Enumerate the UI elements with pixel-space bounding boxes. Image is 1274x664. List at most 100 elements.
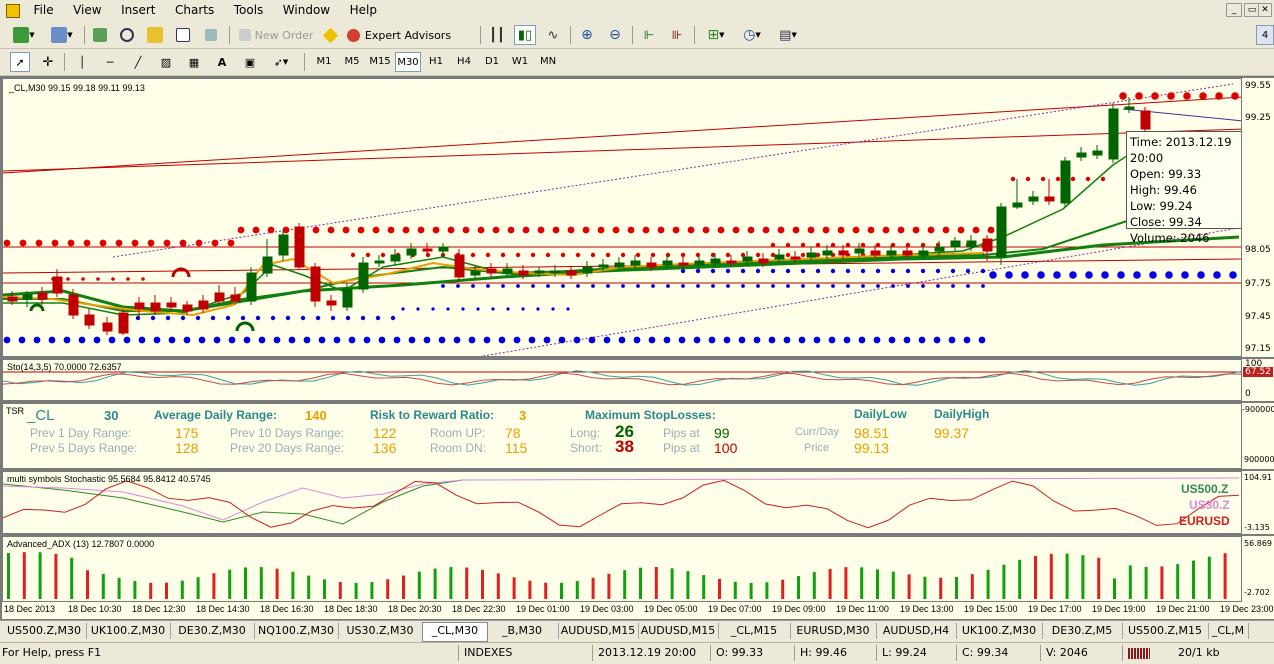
stochastic-pane[interactable]: Sto(14,3,5) 70.0000 72.6357 (2, 359, 1242, 401)
chart-tab[interactable]: _CL,M15 (718, 623, 791, 639)
auto-scroll-button[interactable]: ⊩ (639, 25, 659, 45)
trendline-button[interactable]: ╱ (128, 52, 148, 72)
chart-count-badge[interactable]: 4 (1256, 25, 1274, 45)
support-dot (1213, 271, 1221, 279)
timeframe-m5[interactable]: M5 (339, 52, 365, 72)
prev20-label: Prev 20 Days Range: (230, 441, 345, 455)
chart-tab[interactable]: _B,M30 (486, 623, 559, 639)
resistance-dot (327, 226, 335, 234)
fibonacci-button[interactable]: ▦ (184, 52, 204, 72)
minor-support-dot (401, 307, 405, 311)
resistance-dot (67, 239, 75, 247)
text-button[interactable]: A (212, 52, 232, 72)
profiles-button[interactable]: ▼ (46, 25, 78, 45)
adx-pane[interactable]: Advanced_ADX (13) 12.7807 0.0000 (2, 536, 1242, 602)
data-window-button[interactable] (117, 25, 137, 45)
status-profile[interactable]: INDEXES (464, 646, 512, 659)
chart-tab[interactable]: NQ100.Z,M30 (254, 623, 339, 639)
price-chart[interactable] (3, 79, 1242, 357)
expert-advisors-button[interactable]: Expert Advisors (346, 25, 452, 45)
support-dot (693, 336, 701, 344)
chart-tab[interactable]: AUDUSD,M15 (558, 623, 639, 639)
chart-tab[interactable]: US30.Z,M30 (338, 623, 423, 639)
bar-chart-button[interactable]: ┃┃ (487, 25, 507, 45)
new-chart-button[interactable]: ▼ (8, 25, 40, 45)
channel-button[interactable]: ▨ (156, 52, 176, 72)
horizontal-line-button[interactable]: ─ (100, 52, 120, 72)
timeframe-d1[interactable]: D1 (479, 52, 505, 72)
timeframe-w1[interactable]: W1 (507, 52, 533, 72)
market-watch-button[interactable] (90, 25, 110, 45)
separator (694, 26, 695, 44)
timeframe-m30[interactable]: M30 (395, 52, 421, 72)
clock-icon: ◷ (743, 27, 756, 43)
cursor-button[interactable]: ➚ (10, 52, 30, 72)
new-order-button[interactable]: New Order (236, 25, 316, 45)
time-label: 18 Dec 14:30 (196, 604, 250, 614)
timeframe-h4[interactable]: H4 (451, 52, 477, 72)
minor-support-dot (225, 315, 231, 321)
text-label-button[interactable]: ▣ (240, 52, 260, 72)
adx-bar (1034, 555, 1037, 599)
price-axis[interactable]: 99.55 99.25 98.05 97.75 97.45 97.15 (1242, 78, 1274, 357)
navigator-button[interactable] (145, 25, 165, 45)
zoom-in-button[interactable]: ⊕ (577, 25, 597, 45)
menu-window[interactable]: Window (275, 0, 338, 17)
indicators-button[interactable]: ⊞ ▼ (701, 25, 731, 45)
roomup-value: 78 (505, 425, 521, 441)
timeframe-m1[interactable]: M1 (311, 52, 337, 72)
menu-tools[interactable]: Tools (226, 0, 272, 17)
metaeditor-button[interactable] (320, 25, 340, 45)
periods-button[interactable]: ◷ ▼ (737, 25, 767, 45)
chart-tab[interactable]: DE30.Z,M5 (1042, 623, 1123, 639)
chart-tab[interactable]: _CL,M (1208, 623, 1249, 639)
menu-insert[interactable]: Insert (113, 0, 163, 17)
tsr-symbol: _CL (27, 407, 55, 424)
chart-tab[interactable]: UK100.Z,M30 (86, 623, 171, 639)
templates-button[interactable]: ▤ ▼ (773, 25, 803, 45)
candlestick-button[interactable]: ▮▯ (514, 25, 536, 45)
candle-body (902, 250, 913, 256)
crosshair-button[interactable]: ✛ (38, 52, 58, 72)
resistance-dot (83, 239, 91, 247)
chart-tab[interactable]: US500.Z,M30 (2, 623, 87, 639)
support-dot (273, 336, 281, 344)
timeframe-h1[interactable]: H1 (423, 52, 449, 72)
chart-shift-button[interactable]: ⊪ (667, 25, 687, 45)
minor-resistance-dot (111, 277, 115, 281)
chart-tab[interactable]: UK100.Z,M30 (956, 623, 1043, 639)
minor-support-dot (441, 284, 445, 288)
minor-resistance-dot (575, 252, 581, 258)
tester-button[interactable] (201, 25, 221, 45)
arrows-button[interactable]: ➶ ▼ (266, 52, 296, 72)
timeframe-m15[interactable]: M15 (367, 52, 393, 72)
expert-advisors-icon (346, 28, 360, 42)
multi-stochastic-pane[interactable]: multi symbols Stochastic 95.5684 95.8412… (2, 471, 1242, 534)
adx-bar (639, 567, 642, 599)
candle-body (742, 256, 753, 262)
support-dot (1021, 271, 1029, 279)
terminal-button[interactable] (173, 25, 193, 45)
time-label: 18 Dec 10:30 (68, 604, 122, 614)
menu-charts[interactable]: Charts (167, 0, 222, 17)
new-chart-icon (13, 27, 30, 43)
zoom-out-button[interactable]: ⊖ (605, 25, 625, 45)
adx-histogram (7, 552, 1227, 599)
support-dot (858, 336, 866, 344)
close-icon[interactable]: ✕ (1258, 3, 1272, 17)
chart-tab[interactable]: AUDUSD,M15 (638, 623, 719, 639)
menu-view[interactable]: View (65, 0, 109, 17)
menu-help[interactable]: Help (342, 0, 385, 17)
vertical-line-button[interactable]: │ (72, 52, 92, 72)
main-chart-pane[interactable]: _CL,M30 99.15 99.18 99.11 99.13 Time: 20… (2, 78, 1242, 357)
timeframe-mn[interactable]: MN (535, 52, 561, 72)
menu-file[interactable]: File (26, 0, 62, 17)
chart-tab[interactable]: EURUSD,M30 (790, 623, 877, 639)
chart-tab[interactable]: _CL,M30 (422, 622, 488, 642)
support-dot (243, 336, 251, 344)
line-chart-button[interactable]: ∿ (543, 25, 563, 45)
chart-tab[interactable]: AUDUSD,H4 (876, 623, 957, 639)
minimize-icon[interactable]: _ (1226, 3, 1242, 17)
chart-tab[interactable]: US500.Z,M15 (1122, 623, 1209, 639)
chart-tab[interactable]: DE30.Z,M30 (170, 623, 255, 639)
